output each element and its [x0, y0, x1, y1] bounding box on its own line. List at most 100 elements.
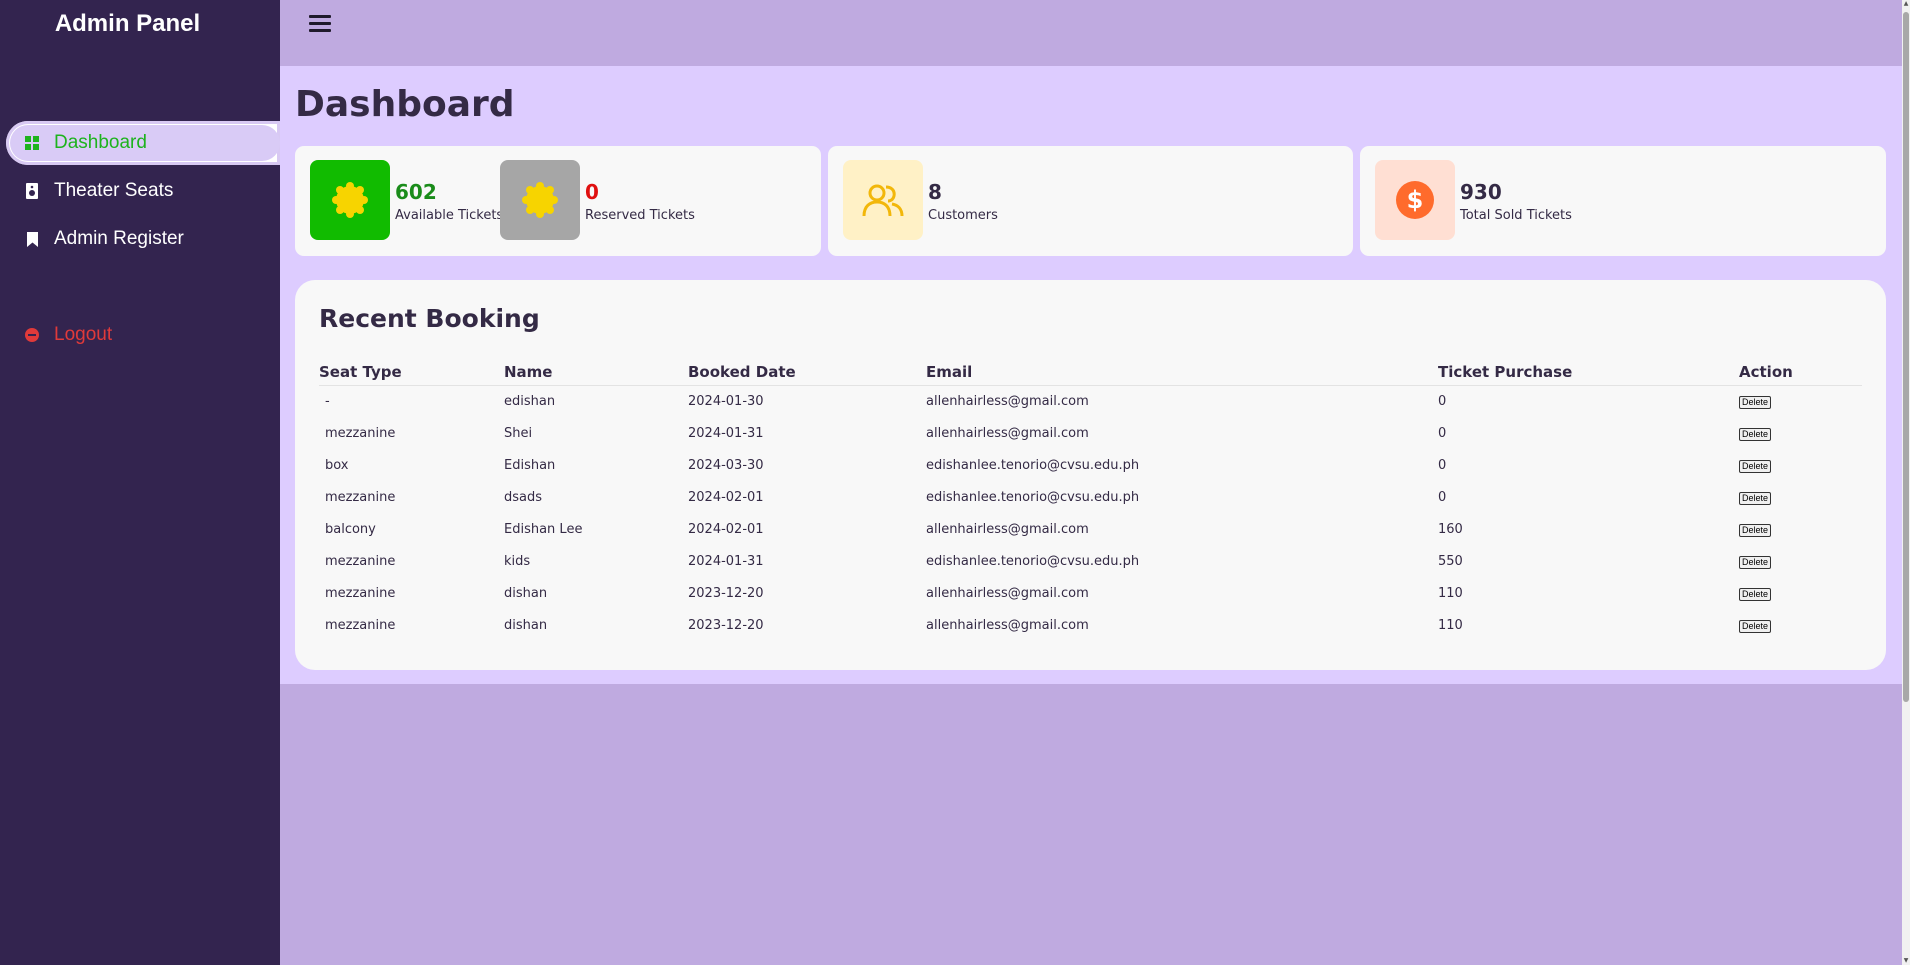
total-sold-label: Total Sold Tickets	[1460, 208, 1572, 223]
seat-type-cell: mezzanine	[325, 617, 396, 633]
column-header: Seat Type	[319, 360, 504, 386]
date-cell: 2023-12-20	[688, 585, 764, 601]
page-title: Dashboard	[295, 84, 515, 125]
sidebar-item-label: Logout	[54, 324, 113, 345]
date-cell: 2024-01-31	[688, 425, 764, 441]
table-row: - edishan 2024-01-30 allenhairless@gmail…	[319, 385, 1862, 417]
delete-button[interactable]: Delete	[1739, 587, 1772, 601]
column-header: Booked Date	[688, 360, 926, 386]
column-header: Ticket Purchase	[1438, 360, 1739, 386]
customers-card: 8 Customers	[828, 146, 1353, 256]
email-cell: allenhairless@gmail.com	[926, 585, 1089, 601]
tickets-cell: 0	[1438, 489, 1447, 505]
scrollbar-thumb[interactable]	[1903, 12, 1909, 702]
name-cell: dishan	[504, 585, 548, 601]
scroll-down-arrow-icon[interactable]: ▼	[1903, 957, 1909, 965]
name-cell: Edishan Lee	[504, 521, 583, 537]
sun-badge-icon	[500, 160, 580, 240]
sidebar-item-logout[interactable]: Logout	[6, 313, 278, 357]
date-cell: 2024-02-01	[688, 521, 764, 537]
delete-button[interactable]: Delete	[1739, 523, 1772, 537]
seat-type-cell: -	[325, 393, 330, 409]
delete-button[interactable]: Delete	[1739, 395, 1772, 409]
delete-button[interactable]: Delete	[1739, 619, 1772, 633]
date-cell: 2024-03-30	[688, 457, 764, 473]
table-row: box Edishan 2024-03-30 edishanlee.tenori…	[319, 449, 1862, 481]
tickets-cell: 110	[1438, 617, 1463, 633]
name-cell: dsads	[504, 489, 543, 505]
date-cell: 2023-12-20	[688, 617, 764, 633]
top-bar	[280, 0, 1910, 66]
tickets-cell: 550	[1438, 553, 1463, 569]
date-cell: 2024-02-01	[688, 489, 764, 505]
reserved-tickets-value: 0	[585, 180, 599, 204]
sidebar-item-label: Theater Seats	[54, 180, 174, 201]
action-cell: Delete	[1739, 609, 1862, 641]
sidebar-item-admin-register[interactable]: Admin Register	[6, 217, 278, 261]
email-cell: edishanlee.tenorio@cvsu.edu.ph	[926, 489, 1140, 505]
sidebar-item-dashboard[interactable]: Dashboard	[6, 121, 280, 165]
action-cell: Delete	[1739, 481, 1862, 513]
tickets-cell: 110	[1438, 585, 1463, 601]
dollar-circle-icon: $	[1375, 160, 1455, 240]
delete-button[interactable]: Delete	[1739, 491, 1772, 505]
email-cell: allenhairless@gmail.com	[926, 425, 1089, 441]
seat-type-cell: mezzanine	[325, 585, 396, 601]
date-cell: 2024-01-30	[688, 393, 764, 409]
customers-value: 8	[928, 180, 942, 204]
column-header: Email	[926, 360, 1438, 386]
recent-booking-title: Recent Booking	[319, 304, 540, 333]
tickets-cell: 0	[1438, 457, 1447, 473]
name-cell: edishan	[504, 393, 556, 409]
sun-badge-icon	[310, 160, 390, 240]
table-row: mezzanine kids 2024-01-31 edishanlee.ten…	[319, 545, 1862, 577]
table-row: mezzanine dsads 2024-02-01 edishanlee.te…	[319, 481, 1862, 513]
seat-type-cell: mezzanine	[325, 489, 396, 505]
table-row: mezzanine Shei 2024-01-31 allenhairless@…	[319, 417, 1862, 449]
table-header-row: Seat Type Name Booked Date Email Ticket …	[319, 360, 1862, 386]
email-cell: edishanlee.tenorio@cvsu.edu.ph	[926, 553, 1140, 569]
action-cell: Delete	[1739, 417, 1862, 449]
sidebar-item-label: Admin Register	[54, 228, 184, 249]
bookmark-icon	[24, 231, 40, 247]
sidebar: Admin Panel Dashboard Theater Seats Admi…	[0, 0, 280, 965]
table-row: balcony Edishan Lee 2024-02-01 allenhair…	[319, 513, 1862, 545]
delete-button[interactable]: Delete	[1739, 459, 1772, 473]
hamburger-menu-icon[interactable]	[309, 15, 331, 33]
bookings-table: Seat Type Name Booked Date Email Ticket …	[319, 360, 1862, 641]
scroll-up-arrow-icon[interactable]: ▲	[1903, 0, 1909, 8]
speaker-icon	[24, 183, 40, 199]
brand-title: Admin Panel	[54, 10, 201, 37]
name-cell: Edishan	[504, 457, 556, 473]
action-cell: Delete	[1739, 385, 1862, 417]
tickets-cell: 160	[1438, 521, 1463, 537]
column-header: Action	[1739, 360, 1862, 386]
name-cell: Shei	[504, 425, 533, 441]
customers-label: Customers	[928, 208, 998, 223]
available-tickets-value: 602	[395, 180, 437, 204]
email-cell: allenhairless@gmail.com	[926, 393, 1089, 409]
table-row: mezzanine dishan 2023-12-20 allenhairles…	[319, 609, 1862, 641]
sidebar-item-label: Dashboard	[54, 132, 147, 153]
users-icon	[843, 160, 923, 240]
delete-button[interactable]: Delete	[1739, 555, 1772, 569]
minus-circle-icon	[24, 327, 40, 343]
email-cell: allenhairless@gmail.com	[926, 521, 1089, 537]
sidebar-item-theater-seats[interactable]: Theater Seats	[6, 169, 278, 213]
available-tickets-label: Available Tickets	[395, 208, 504, 223]
seat-type-cell: box	[325, 457, 349, 473]
name-cell: kids	[504, 553, 531, 569]
seat-type-cell: mezzanine	[325, 425, 396, 441]
main-content: Dashboard 602 Available Tickets 0 Reserv…	[280, 66, 1902, 684]
svg-text:$: $	[1407, 186, 1424, 214]
email-cell: edishanlee.tenorio@cvsu.edu.ph	[926, 457, 1140, 473]
tickets-cell: 0	[1438, 393, 1447, 409]
page-scrollbar[interactable]: ▲ ▼	[1902, 0, 1910, 965]
tickets-card: 602 Available Tickets 0 Reserved Tickets	[295, 146, 821, 256]
action-cell: Delete	[1739, 577, 1862, 609]
action-cell: Delete	[1739, 513, 1862, 545]
table-row: mezzanine dishan 2023-12-20 allenhairles…	[319, 577, 1862, 609]
delete-button[interactable]: Delete	[1739, 427, 1772, 441]
sold-card: $ 930 Total Sold Tickets	[1360, 146, 1886, 256]
action-cell: Delete	[1739, 449, 1862, 481]
